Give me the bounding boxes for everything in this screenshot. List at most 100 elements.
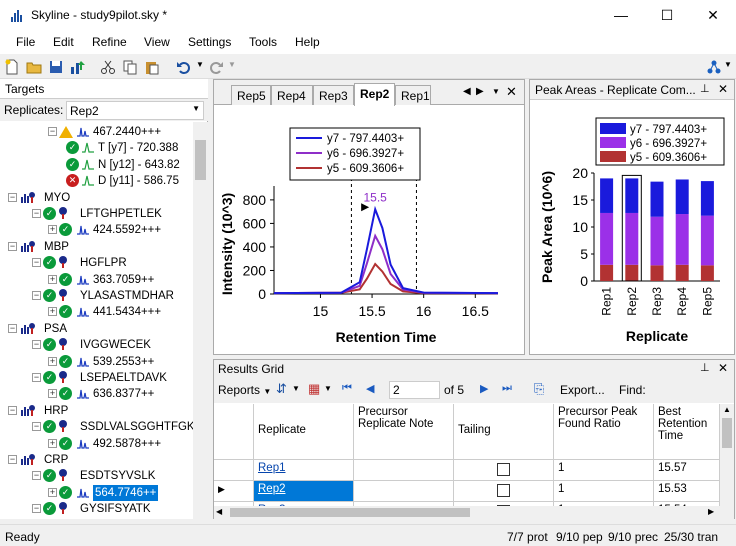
pin-icon[interactable]: ⊥ — [700, 361, 710, 374]
peak-areas-chart[interactable]: 0 5 10 15 20 Rep1 Rep2 Rep3 Rep4 Rep5 Replicate Pea… — [530, 101, 734, 354]
row-header[interactable]: ▶ — [214, 481, 254, 502]
expand-icon[interactable]: + — [48, 487, 57, 497]
new-file-icon[interactable] — [4, 59, 20, 75]
tailing-cell[interactable] — [454, 460, 554, 481]
targets-scrollbar[interactable] — [193, 122, 208, 519]
scroll-left-icon[interactable]: ◀ — [216, 507, 222, 516]
results-vscrollbar[interactable]: ▲ — [720, 404, 734, 506]
export-button[interactable]: Export... — [560, 383, 605, 397]
expand-icon[interactable]: + — [48, 307, 57, 317]
replicates-select[interactable]: Rep2 ▼ — [66, 101, 204, 120]
tab-scroll-left-icon[interactable]: ◀ — [463, 86, 471, 97]
retention-time-cell[interactable]: 15.53 — [654, 481, 720, 502]
collapse-icon[interactable]: − — [32, 340, 41, 350]
collapse-icon[interactable]: − — [32, 422, 41, 432]
menu-help[interactable]: Help — [295, 35, 320, 49]
last-page-icon[interactable]: ⏭ — [502, 382, 512, 395]
column-header[interactable]: Tailing — [454, 404, 554, 460]
chromatogram-chart[interactable]: 0 200 400 600 800 15 15.5 16 16.5 Retention Time I… — [214, 106, 524, 354]
expand-icon[interactable]: + — [48, 225, 57, 235]
results-hscroll-thumb[interactable] — [230, 508, 470, 517]
cut-icon[interactable] — [100, 59, 116, 75]
menu-refine[interactable]: Refine — [92, 35, 127, 49]
retention-time-cell[interactable]: 15.57 — [654, 460, 720, 481]
collapse-icon[interactable]: − — [8, 455, 17, 464]
undo-dropdown-icon[interactable]: ▼ — [196, 60, 204, 69]
results-vscroll-thumb[interactable] — [722, 418, 732, 448]
menu-edit[interactable]: Edit — [53, 35, 74, 49]
menu-view[interactable]: View — [144, 35, 170, 49]
ratio-cell[interactable]: 1 — [554, 481, 654, 502]
collapse-icon[interactable]: − — [32, 209, 41, 218]
reports-dropdown[interactable]: Reports ▼ — [218, 383, 271, 397]
column-header[interactable]: Replicate — [254, 404, 354, 460]
paste-icon[interactable] — [144, 59, 160, 75]
copy-icon[interactable] — [122, 59, 138, 75]
page-number-input[interactable]: 2 — [389, 381, 440, 399]
close-pane-icon[interactable]: ✕ — [718, 361, 728, 375]
expand-icon[interactable]: + — [48, 274, 57, 284]
redo-icon[interactable] — [208, 59, 224, 75]
note-cell[interactable] — [354, 460, 454, 481]
close-button[interactable]: ✕ — [690, 0, 736, 31]
note-cell[interactable] — [354, 481, 454, 502]
undo-icon[interactable] — [176, 59, 192, 75]
column-header[interactable]: Best Retention Time — [654, 404, 720, 460]
maximize-button[interactable]: ☐ — [644, 0, 690, 31]
tailing-checkbox[interactable] — [497, 463, 510, 476]
menu-settings[interactable]: Settings — [188, 35, 231, 49]
first-page-icon[interactable]: ⏮ — [342, 382, 352, 395]
collapse-icon[interactable]: − — [32, 258, 41, 268]
collapse-icon[interactable]: − — [8, 241, 17, 251]
column-header[interactable]: Precursor Peak Found Ratio — [554, 404, 654, 460]
import-results-icon[interactable] — [70, 59, 86, 75]
replicate-link[interactable]: Rep2 — [258, 483, 286, 495]
row-header[interactable] — [214, 460, 254, 481]
export-icon[interactable]: ⎘ — [534, 381, 544, 397]
replicate-cell[interactable]: Rep1 — [254, 460, 354, 481]
collapse-icon[interactable]: − — [32, 504, 41, 514]
previous-page-icon[interactable]: ◀ — [366, 382, 374, 395]
collapse-icon[interactable]: − — [32, 471, 41, 481]
filter-icon[interactable]: ▦ — [308, 381, 320, 397]
minimize-button[interactable]: — — [598, 0, 644, 31]
save-icon[interactable] — [48, 59, 64, 75]
tab-rep3[interactable]: Rep3 — [313, 85, 354, 105]
scroll-up-icon[interactable]: ▲ — [723, 405, 731, 414]
targets-scroll-thumb[interactable] — [195, 140, 206, 180]
expand-icon[interactable]: + — [48, 438, 57, 448]
column-header[interactable]: Precursor Replicate Note — [354, 404, 454, 460]
collapse-icon[interactable]: − — [8, 323, 17, 333]
tailing-cell[interactable] — [454, 481, 554, 502]
tab-rep2[interactable]: Rep2 — [354, 83, 395, 106]
tab-scroll-right-icon[interactable]: ▶ — [476, 86, 484, 97]
scroll-right-icon[interactable]: ▶ — [708, 507, 714, 516]
replicate-cell[interactable]: Rep2 — [254, 481, 354, 502]
tab-rep1[interactable]: Rep1 — [395, 85, 431, 105]
expand-icon[interactable]: − — [48, 127, 57, 136]
collapse-icon[interactable]: − — [32, 291, 41, 300]
next-page-icon[interactable]: ▶ — [480, 382, 488, 395]
pin-icon[interactable]: ⊥ — [700, 82, 710, 95]
ratio-cell[interactable]: 1 — [554, 460, 654, 481]
tab-list-icon[interactable]: ▼ — [492, 87, 500, 96]
open-folder-icon[interactable] — [26, 59, 42, 75]
expand-icon[interactable]: + — [48, 389, 57, 399]
menu-tools[interactable]: Tools — [249, 35, 277, 49]
collapse-icon[interactable]: − — [8, 405, 17, 415]
expand-icon[interactable]: + — [48, 356, 57, 366]
sort-icon[interactable]: ⇵ — [276, 381, 287, 397]
results-hscrollbar[interactable]: ◀ ▶ — [214, 506, 734, 519]
collapse-icon[interactable]: − — [8, 192, 17, 202]
chevron-down-icon[interactable]: ▼ — [324, 384, 332, 393]
close-pane-icon[interactable]: ✕ — [506, 84, 517, 100]
tab-rep5[interactable]: Rep5 — [231, 85, 271, 105]
close-pane-icon[interactable]: ✕ — [718, 82, 728, 96]
tab-rep4[interactable]: Rep4 — [271, 85, 313, 105]
chevron-down-icon[interactable]: ▼ — [292, 384, 300, 393]
collapse-icon[interactable]: − — [32, 373, 41, 382]
tailing-checkbox[interactable] — [497, 484, 510, 497]
redo-dropdown-icon[interactable]: ▼ — [228, 60, 236, 69]
network-dropdown-icon[interactable]: ▼ — [724, 60, 732, 69]
network-icon[interactable] — [706, 59, 722, 75]
